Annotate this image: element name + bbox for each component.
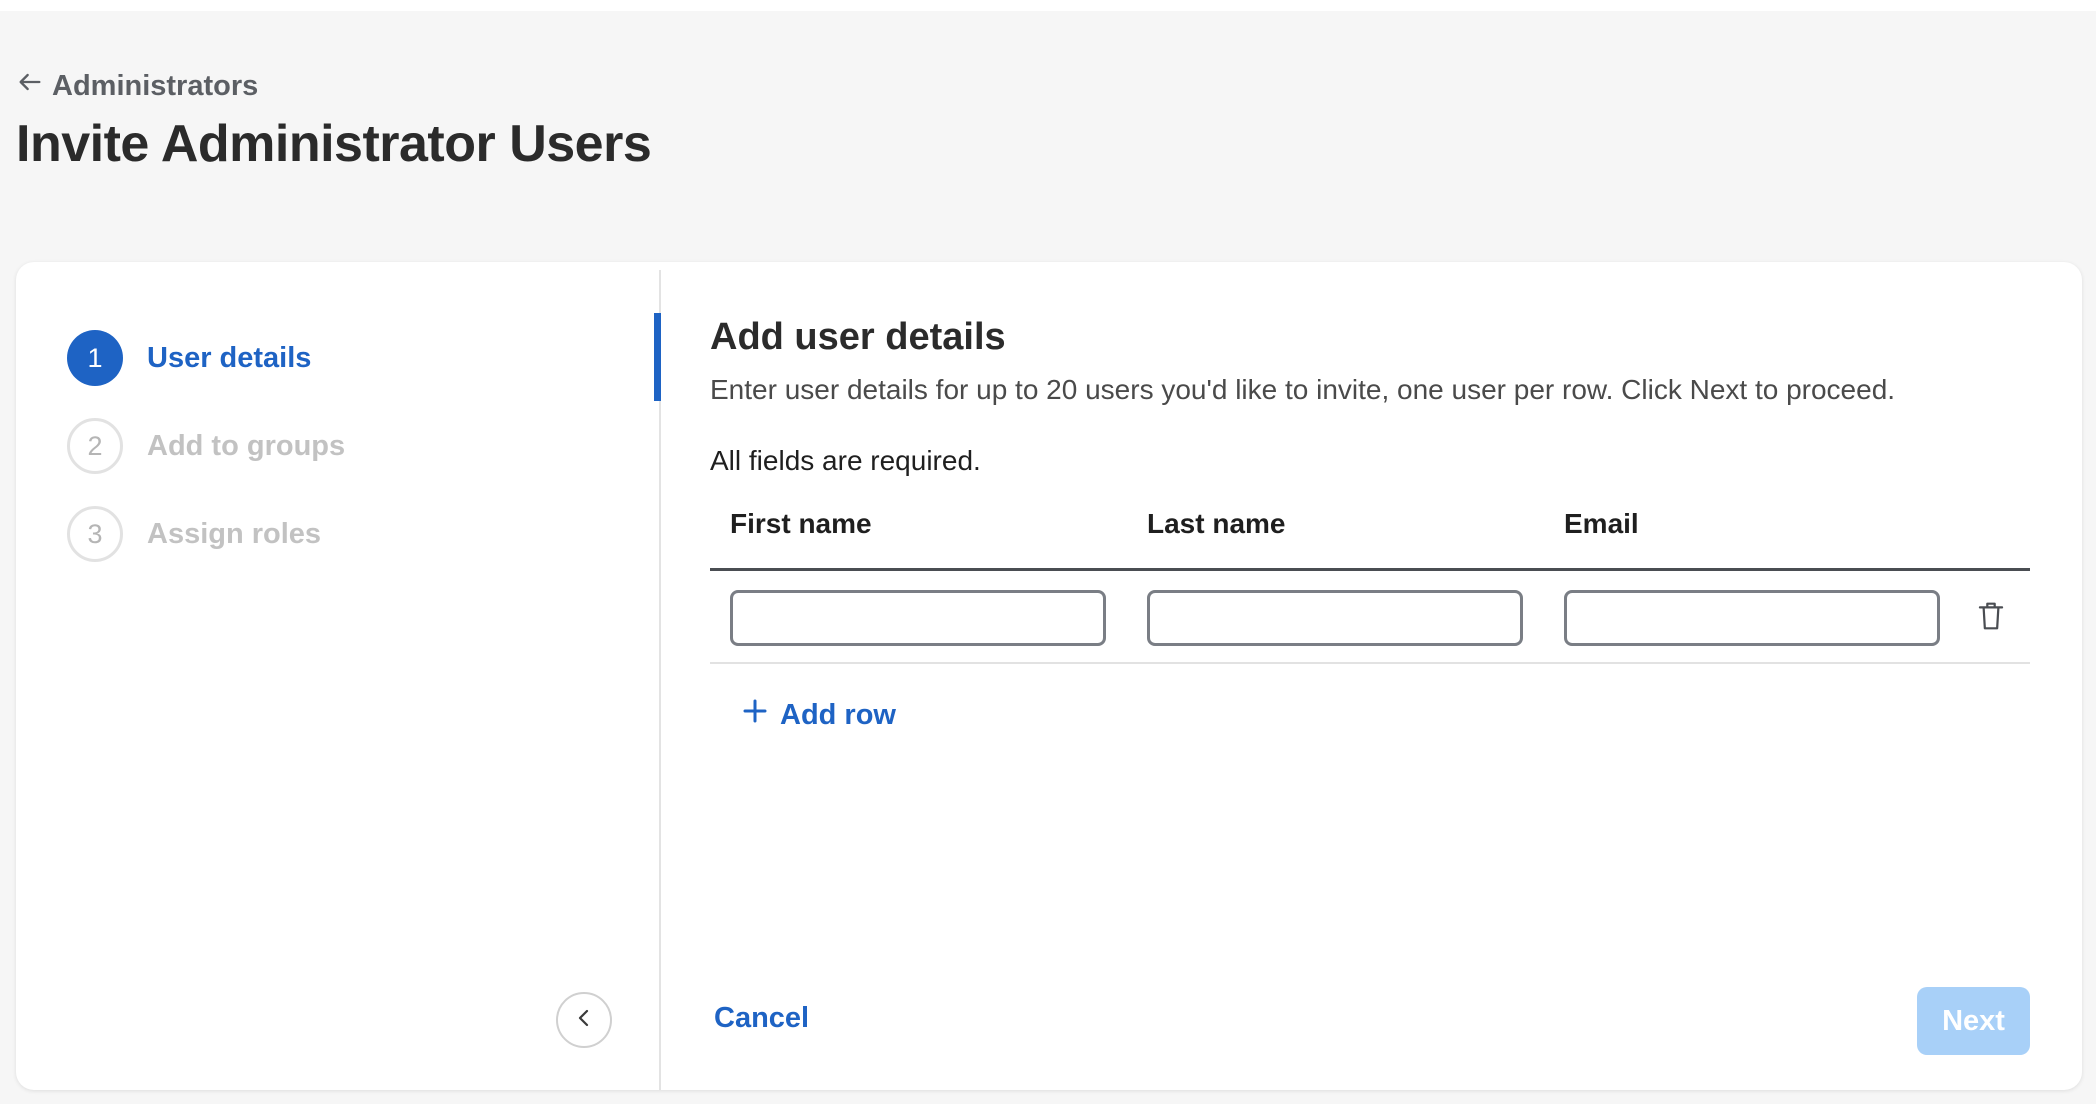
add-row-label: Add row: [780, 698, 896, 731]
step-number-badge: 3: [67, 506, 123, 562]
chevron-left-icon: [572, 1006, 596, 1035]
column-header-email: Email: [1564, 508, 1639, 539]
required-fields-note: All fields are required.: [710, 445, 981, 476]
last-name-input[interactable]: [1147, 590, 1523, 646]
step-number-badge: 2: [67, 418, 123, 474]
section-title: Add user details: [710, 316, 1006, 358]
step-add-to-groups[interactable]: 2 Add to groups: [67, 418, 345, 474]
collapse-sidebar-button[interactable]: [556, 992, 612, 1048]
column-header-last-name: Last name: [1147, 508, 1286, 539]
delete-row-button[interactable]: [1976, 600, 2010, 636]
first-name-input[interactable]: [730, 590, 1106, 646]
table-header-divider: [710, 568, 2030, 571]
next-button[interactable]: Next: [1917, 987, 2030, 1055]
step-label: Assign roles: [147, 517, 322, 550]
cancel-button[interactable]: Cancel: [714, 1002, 809, 1035]
page-title: Invite Administrator Users: [16, 115, 652, 173]
top-strip: [0, 0, 2096, 11]
step-number-badge: 1: [67, 330, 123, 386]
back-link-label: Administrators: [52, 69, 259, 102]
arrow-left-icon: [16, 68, 44, 104]
table-row-divider: [710, 662, 2030, 664]
trash-icon: [1976, 602, 2006, 636]
email-input[interactable]: [1564, 590, 1940, 646]
section-description: Enter user details for up to 20 users yo…: [710, 374, 1896, 405]
column-header-first-name: First name: [730, 508, 872, 539]
wizard-card: 1 User details 2 Add to groups 3 Assign …: [16, 262, 2082, 1090]
plus-icon: [740, 696, 770, 734]
step-user-details[interactable]: 1 User details: [67, 330, 311, 386]
add-row-button[interactable]: Add row: [740, 696, 896, 734]
active-step-indicator: [654, 313, 661, 401]
back-to-administrators-link[interactable]: Administrators: [16, 68, 258, 104]
step-label: User details: [147, 341, 312, 374]
step-assign-roles[interactable]: 3 Assign roles: [67, 506, 321, 562]
step-label: Add to groups: [147, 429, 346, 462]
